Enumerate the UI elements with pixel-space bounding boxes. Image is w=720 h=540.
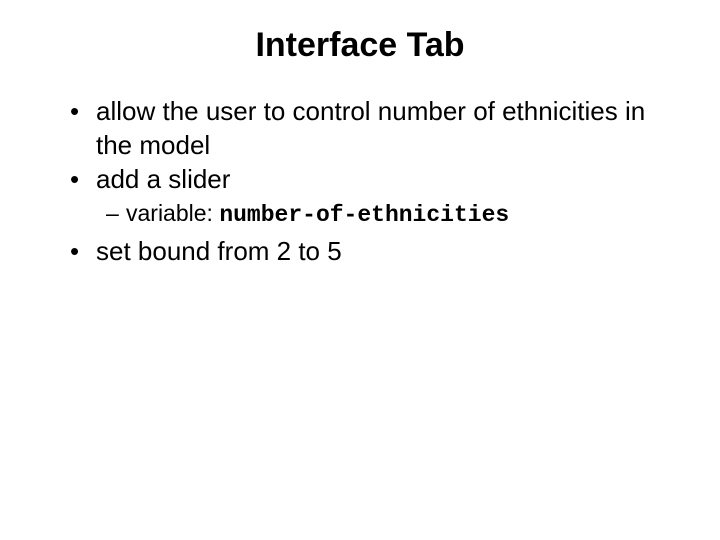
bullet-list: allow the user to control number of ethn… [40, 95, 680, 269]
sub-bullet-item-1: variable: number-of-ethnicities [106, 198, 680, 231]
sub-bullet-label: variable: [126, 200, 219, 226]
bullet-item-2: add a slider variable: number-of-ethnici… [70, 163, 680, 232]
bullet-item-1: allow the user to control number of ethn… [70, 95, 680, 163]
sub-bullet-code: number-of-ethnicities [219, 202, 509, 228]
sub-bullet-list: variable: number-of-ethnicities [96, 198, 680, 231]
bullet-item-3: set bound from 2 to 5 [70, 235, 680, 269]
slide-title: Interface Tab [40, 26, 680, 65]
bullet-item-2-text: add a slider [96, 164, 230, 194]
